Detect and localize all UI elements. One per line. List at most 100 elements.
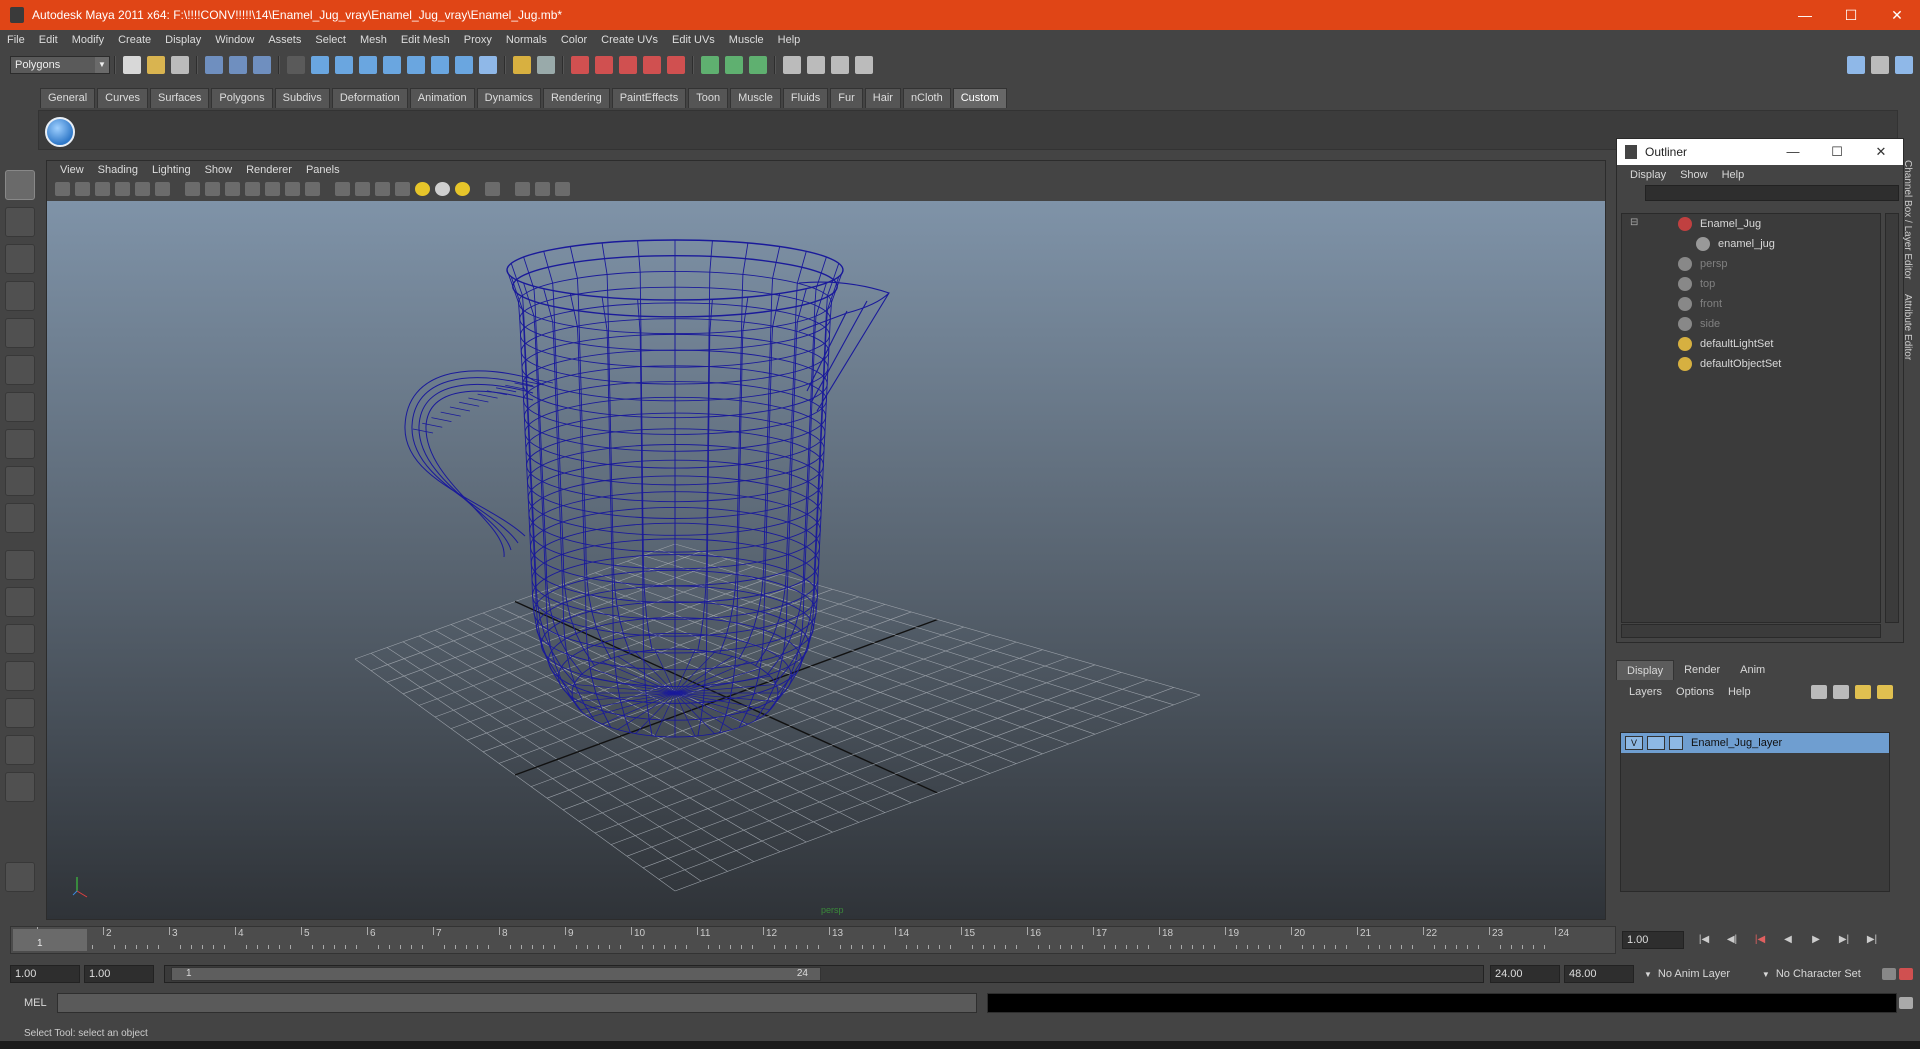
snap-grid-icon[interactable] (571, 56, 589, 74)
tab-render[interactable]: Render (1674, 660, 1730, 680)
universal-manipulator-icon[interactable] (5, 392, 35, 422)
lasso-tool-icon[interactable] (5, 207, 35, 237)
anim-layer-select[interactable]: No Anim Layer (1658, 968, 1758, 980)
outliner-close-button[interactable]: ✕ (1859, 144, 1903, 160)
rotate-tool-icon[interactable] (5, 318, 35, 348)
shelf-tab-hair[interactable]: Hair (864, 88, 901, 108)
menu-create[interactable]: Create (111, 30, 158, 50)
new-layer-icon[interactable] (1855, 685, 1871, 699)
script-editor-icon[interactable] (1898, 997, 1913, 1009)
share-view-icon[interactable] (555, 182, 570, 196)
use-lights-icon[interactable] (265, 182, 280, 196)
jug-wireframe[interactable] (404, 239, 891, 738)
menu-options[interactable]: Options (1669, 686, 1721, 698)
scale-tool-icon[interactable] (5, 355, 35, 385)
input-ops-icon[interactable] (701, 56, 719, 74)
textured-icon[interactable] (245, 182, 260, 196)
frame-selected-icon[interactable] (535, 182, 550, 196)
outliner-item[interactable]: front (1622, 294, 1880, 314)
menu-color[interactable]: Color (554, 30, 594, 50)
range-slider-handle[interactable]: 1 24 (171, 967, 821, 981)
shelf-tab-rendering[interactable]: Rendering (542, 88, 610, 108)
smooth-shade-icon[interactable] (205, 182, 220, 196)
hypershade-layout-icon[interactable] (5, 698, 35, 728)
step-back-key-icon[interactable]: ◀| (1724, 933, 1740, 947)
more-layouts-icon[interactable] (5, 772, 35, 802)
show-attribute-editor-icon[interactable] (1847, 56, 1865, 74)
shelf-tab-fluids[interactable]: Fluids (782, 88, 829, 108)
checker-icon[interactable] (395, 182, 410, 196)
outliner-item[interactable]: persp (1622, 254, 1880, 274)
layer-visibility-toggle[interactable]: V (1625, 736, 1643, 750)
chevron-down-icon[interactable]: ▼ (1762, 970, 1770, 979)
render-view-icon[interactable] (783, 56, 801, 74)
attribute-editor-tab[interactable]: Attribute Editor (1902, 294, 1913, 360)
show-tool-settings-icon[interactable] (1871, 56, 1889, 74)
camera-attributes-icon[interactable] (75, 182, 90, 196)
play-forward-icon[interactable]: ▶ (1808, 933, 1824, 947)
tab-anim[interactable]: Anim (1730, 660, 1775, 680)
outliner-vertical-scrollbar[interactable] (1885, 213, 1899, 623)
auto-key-icon[interactable] (1898, 968, 1913, 980)
character-set-select[interactable]: No Character Set (1776, 968, 1876, 980)
shelf-tab-muscle[interactable]: Muscle (730, 88, 781, 108)
menu-mesh[interactable]: Mesh (353, 30, 394, 50)
snap-point-icon[interactable] (619, 56, 637, 74)
outliner-filter-field[interactable] (1645, 185, 1899, 201)
menu-normals[interactable]: Normals (499, 30, 554, 50)
step-forward-key-icon[interactable]: ▶| (1836, 933, 1852, 947)
select-object-icon[interactable] (229, 56, 247, 74)
menu-edit-mesh[interactable]: Edit Mesh (394, 30, 457, 50)
shelf-tab-subdivs[interactable]: Subdivs (274, 88, 330, 108)
collapse-toggle-icon[interactable]: ⊟ (1630, 217, 1638, 228)
playback-end-field[interactable]: 24.00 (1490, 965, 1560, 983)
lock-selection-icon[interactable] (513, 56, 531, 74)
outliner-menu-display[interactable]: Display (1623, 169, 1673, 181)
shelf-tab-painteffects[interactable]: PaintEffects (611, 88, 687, 108)
layer-move-up-icon[interactable] (1811, 685, 1827, 699)
3d-viewport[interactable]: persp (47, 201, 1605, 919)
render-layout-icon[interactable] (5, 735, 35, 765)
outliner-menu-help[interactable]: Help (1715, 169, 1752, 181)
outliner-item[interactable]: defaultObjectSet (1622, 354, 1880, 374)
panel-menu-view[interactable]: View (53, 164, 91, 176)
select-dynamics-icon[interactable] (431, 56, 449, 74)
shelf-tab-custom[interactable]: Custom (952, 88, 1007, 108)
save-scene-icon[interactable] (171, 56, 189, 74)
channel-box-tab[interactable]: Channel Box / Layer Editor (1902, 160, 1913, 280)
menu-proxy[interactable]: Proxy (457, 30, 499, 50)
menu-create-uvs[interactable]: Create UVs (594, 30, 665, 50)
chevron-down-icon[interactable]: ▼ (1644, 970, 1652, 979)
select-highlight-icon[interactable] (485, 182, 500, 196)
minimize-button[interactable]: — (1782, 0, 1828, 30)
shadows-icon[interactable] (285, 182, 300, 196)
select-joint-icon[interactable] (335, 56, 353, 74)
show-manipulator-icon[interactable] (5, 466, 35, 496)
wireframe-icon[interactable] (185, 182, 200, 196)
selected-lights-icon[interactable] (455, 182, 470, 196)
close-button[interactable]: ✕ (1874, 0, 1920, 30)
select-curve-icon[interactable] (359, 56, 377, 74)
construction-history-icon[interactable] (749, 56, 767, 74)
menu-set-select[interactable]: Polygons ▼ (10, 56, 110, 74)
layer-color-swatch[interactable] (1669, 736, 1683, 750)
select-handle-icon[interactable] (311, 56, 329, 74)
outliner-item[interactable]: defaultLightSet (1622, 334, 1880, 354)
panel-menu-panels[interactable]: Panels (299, 164, 347, 176)
ipr-render-icon[interactable] (831, 56, 849, 74)
key-icon[interactable] (1881, 968, 1896, 980)
panel-menu-shading[interactable]: Shading (91, 164, 145, 176)
last-tool-icon[interactable] (5, 503, 35, 533)
show-channel-box-icon[interactable] (1895, 56, 1913, 74)
shelf-tab-curves[interactable]: Curves (97, 88, 148, 108)
outliner-horizontal-scrollbar[interactable] (1621, 624, 1881, 638)
make-live-icon[interactable] (667, 56, 685, 74)
checkmark-icon[interactable] (45, 117, 75, 147)
select-component-icon[interactable] (253, 56, 271, 74)
outliner-maximize-button[interactable]: ☐ (1815, 144, 1859, 160)
paint-select-tool-icon[interactable] (5, 244, 35, 274)
panel-menu-show[interactable]: Show (198, 164, 240, 176)
shelf-tab-ncloth[interactable]: nCloth (902, 88, 951, 108)
menu-select[interactable]: Select (308, 30, 353, 50)
film-gate-icon[interactable] (155, 182, 170, 196)
